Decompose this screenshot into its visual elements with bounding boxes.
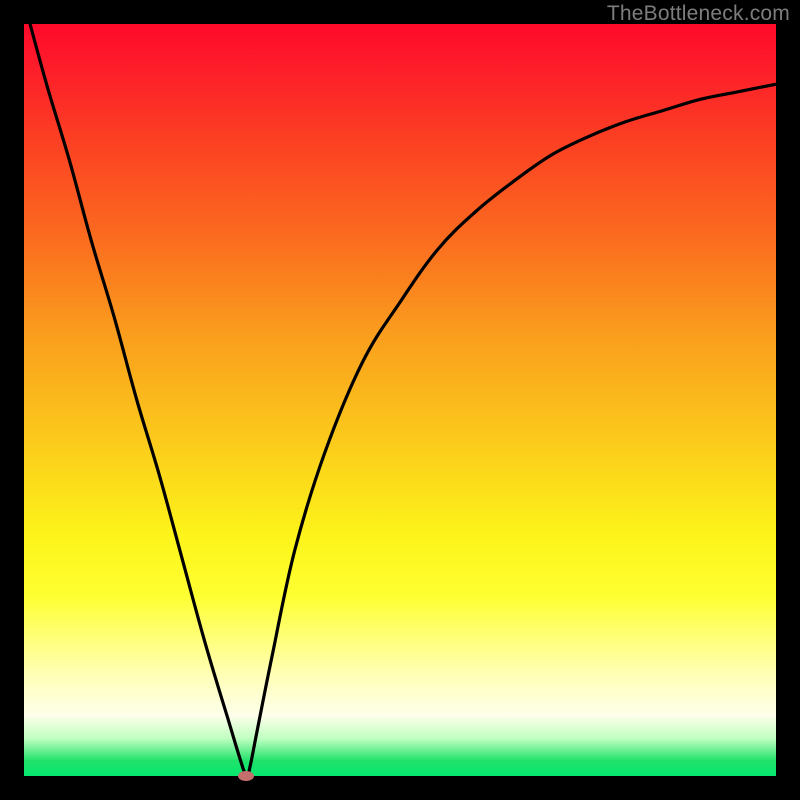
- curve-layer: [24, 24, 776, 776]
- chart-frame: TheBottleneck.com: [0, 0, 800, 800]
- plot-area: [24, 24, 776, 776]
- bottleneck-curve: [24, 1, 776, 780]
- watermark-text: TheBottleneck.com: [607, 2, 790, 26]
- optimum-marker: [238, 771, 254, 781]
